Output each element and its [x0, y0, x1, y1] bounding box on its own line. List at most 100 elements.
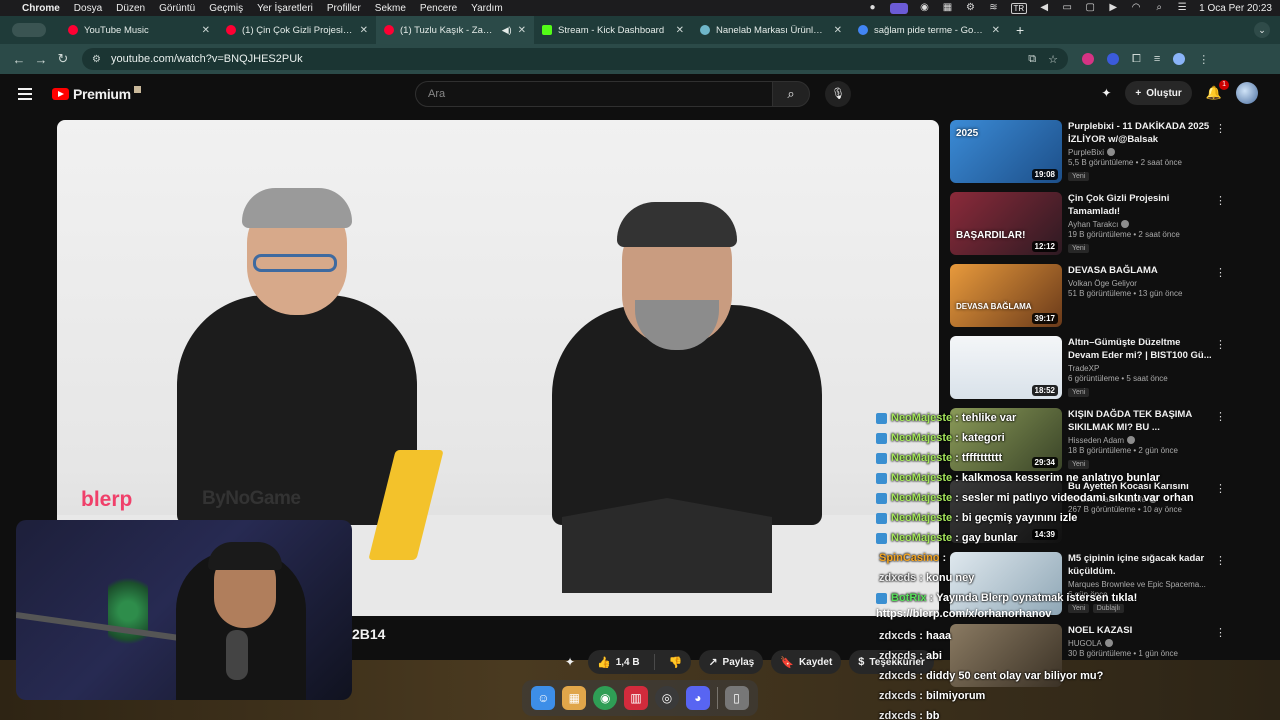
close-icon[interactable]: ✕	[676, 25, 684, 36]
tab-label: YouTube Music	[84, 24, 149, 36]
input-language[interactable]: TR	[1010, 2, 1028, 14]
wifi-icon[interactable]: ◠	[1130, 3, 1142, 13]
extension-blue-icon[interactable]	[1107, 53, 1119, 65]
finder-icon[interactable]: ☺	[531, 686, 556, 710]
grid-icon[interactable]: ▦	[942, 3, 954, 13]
recommendation-item[interactable]: BAŞARDILAR! 12:12 Çin Çok Gizli Projesin…	[950, 192, 1230, 264]
notifications-button[interactable]: 🔔 1	[1206, 80, 1229, 101]
tab-youtube-music[interactable]: YouTube Music ✕	[60, 16, 218, 44]
tab-nanelab[interactable]: Nanelab Markası Ürünleri | Re ✕	[692, 16, 850, 44]
menu-file[interactable]: Dosya	[74, 3, 102, 14]
install-app-icon[interactable]: ⧉	[1028, 53, 1036, 66]
save-button[interactable]: 🔖 Kaydet	[771, 650, 842, 674]
video-thumbnail[interactable]: 2025 19:08	[950, 120, 1062, 183]
more-options-icon[interactable]: ⋮	[1215, 338, 1226, 351]
youtube-premium-logo[interactable]: Premium	[52, 85, 141, 102]
display-icon[interactable]: ▢	[1084, 3, 1096, 13]
more-options-icon[interactable]: ⋮	[1215, 266, 1226, 279]
chat-message: NeoMajeste: tehlike var	[876, 408, 1276, 428]
channel-name[interactable]: PurpleBixi	[1068, 148, 1212, 157]
battery-icon[interactable]: ▭	[1061, 3, 1073, 13]
forward-arrow-icon[interactable]: →	[30, 52, 52, 67]
tab-tuzlu-kasik[interactable]: (1) Tuzlu Kaşık - Zamazingo ◀) ✕	[376, 16, 534, 44]
chat-username: zdxcds	[879, 710, 917, 720]
channel-name[interactable]: TradeXP	[1068, 364, 1212, 373]
play-icon[interactable]: ▶	[1107, 3, 1119, 13]
search-button[interactable]: ⌕	[772, 81, 810, 107]
menu-help[interactable]: Yardım	[471, 3, 503, 14]
video-thumbnail[interactable]: BAŞARDILAR! 12:12	[950, 192, 1062, 255]
kick-app-icon[interactable]: ▥	[624, 686, 649, 710]
menu-app-name[interactable]: Chrome	[22, 3, 60, 14]
more-options-icon[interactable]: ⋮	[1215, 194, 1226, 207]
tab-search-chevron-icon[interactable]: ⌄	[1254, 22, 1270, 38]
menu-tab[interactable]: Sekme	[375, 3, 406, 14]
profile-avatar-icon[interactable]	[1173, 53, 1186, 65]
new-tab-plus-icon[interactable]: +	[1016, 22, 1024, 38]
close-icon[interactable]: ✕	[202, 25, 210, 36]
search-icon[interactable]: ⌕	[1153, 3, 1165, 13]
address-bar[interactable]: ⚙ youtube.com/watch?v=BNQJHES2PUk ⧉ ☆	[82, 48, 1068, 70]
close-icon[interactable]: ✕	[360, 25, 368, 36]
screen-share-icon[interactable]	[889, 2, 908, 14]
recommendation-title[interactable]: DEVASA BAĞLAMA	[1068, 264, 1212, 277]
speaker-icon[interactable]: ◀)	[502, 25, 512, 36]
close-icon[interactable]: ✕	[518, 25, 526, 36]
close-icon[interactable]: ✕	[834, 25, 842, 36]
recommendation-title[interactable]: Altın–Gümüşte Düzeltme Devam Eder mi? | …	[1068, 336, 1212, 362]
volume-icon[interactable]: ◀	[1038, 3, 1050, 13]
recommendation-item[interactable]: 2025 19:08 Purplebixi - 11 DAKİKADA 2025…	[950, 120, 1230, 192]
chrome-menu-icon[interactable]: ⋮	[1198, 53, 1209, 66]
chrome-icon[interactable]: ◉	[593, 686, 618, 710]
discord-icon[interactable]: ◕	[685, 686, 710, 710]
url-text[interactable]: youtube.com/watch?v=BNQJHES2PUk	[111, 53, 303, 65]
like-button[interactable]: 👍 1,4 B	[588, 650, 649, 674]
recommendation-item[interactable]: 18:52 Altın–Gümüşte Düzeltme Devam Eder …	[950, 336, 1230, 408]
menu-edit[interactable]: Düzen	[116, 3, 145, 14]
tab-group-pill[interactable]	[12, 23, 46, 37]
menubar-clock[interactable]: 1 Oca Per 20:23	[1199, 3, 1272, 14]
reload-icon[interactable]: ↻	[52, 51, 74, 67]
site-settings-icon[interactable]: ⚙	[92, 54, 101, 65]
recommendation-title[interactable]: Purplebixi - 11 DAKİKADA 2025 İZLİYOR w/…	[1068, 120, 1212, 146]
menu-hamburger-icon[interactable]	[18, 88, 32, 100]
dislike-button[interactable]: 👎	[660, 650, 692, 674]
search-input[interactable]: Ara	[415, 81, 773, 107]
extension-pink-icon[interactable]	[1082, 53, 1094, 65]
gear-icon[interactable]: ⚙	[965, 3, 977, 13]
bookmark-star-icon[interactable]: ☆	[1048, 53, 1058, 66]
premium-diamond-icon[interactable]: ✦	[1101, 86, 1111, 100]
close-icon[interactable]: ✕	[992, 25, 1000, 36]
obs-icon[interactable]: ◎	[654, 686, 679, 710]
premium-diamond-icon[interactable]: ✦	[560, 655, 580, 669]
share-button[interactable]: ↗ Paylaş	[699, 650, 764, 674]
tab-kick-dashboard[interactable]: Stream - Kick Dashboard ✕	[534, 16, 692, 44]
tab-google-search[interactable]: sağlam pide terme - Google'da ✕	[850, 16, 1008, 44]
menu-window[interactable]: Pencere	[420, 3, 457, 14]
recommendation-title[interactable]: Çin Çok Gizli Projesini Tamamladı!	[1068, 192, 1212, 218]
voice-search-button[interactable]: 🎙	[825, 81, 851, 107]
create-button[interactable]: + Oluştur	[1125, 81, 1192, 105]
chat-link-text[interactable]: https://blerp.com/x/orhanorhanov	[876, 608, 1276, 626]
extensions-puzzle-icon[interactable]: ⧠	[1132, 53, 1141, 66]
video-thumbnail[interactable]: 18:52	[950, 336, 1062, 399]
media-controls-icon[interactable]: ≡	[1154, 53, 1160, 65]
menu-profiles[interactable]: Profiller	[327, 3, 361, 14]
video-thumbnail[interactable]: DEVASA BAĞLAMA 39:17	[950, 264, 1062, 327]
launchpad-icon[interactable]: ▦	[562, 686, 587, 710]
record-icon[interactable]: ●	[867, 3, 879, 13]
recommendation-item[interactable]: DEVASA BAĞLAMA 39:17 DEVASA BAĞLAMA Volk…	[950, 264, 1230, 336]
account-avatar[interactable]	[1236, 82, 1258, 104]
trash-icon[interactable]: ▯	[724, 686, 749, 710]
menu-bookmarks[interactable]: Yer İşaretleri	[257, 3, 313, 14]
menu-view[interactable]: Görüntü	[159, 3, 195, 14]
more-options-icon[interactable]: ⋮	[1215, 122, 1226, 135]
channel-name[interactable]: Ayhan Tarakcı	[1068, 220, 1212, 229]
control-center-icon[interactable]: ☰	[1176, 3, 1188, 13]
tab-cin-projesi[interactable]: (1) Çin Çok Gizli Projesini Tam ✕	[218, 16, 376, 44]
stop-icon[interactable]: ◉	[919, 3, 931, 13]
back-arrow-icon[interactable]: ←	[8, 52, 30, 67]
audio-levels-icon[interactable]: ≋	[988, 3, 1000, 13]
channel-name[interactable]: Volkan Öge Geliyor	[1068, 279, 1212, 288]
menu-history[interactable]: Geçmiş	[209, 3, 243, 14]
